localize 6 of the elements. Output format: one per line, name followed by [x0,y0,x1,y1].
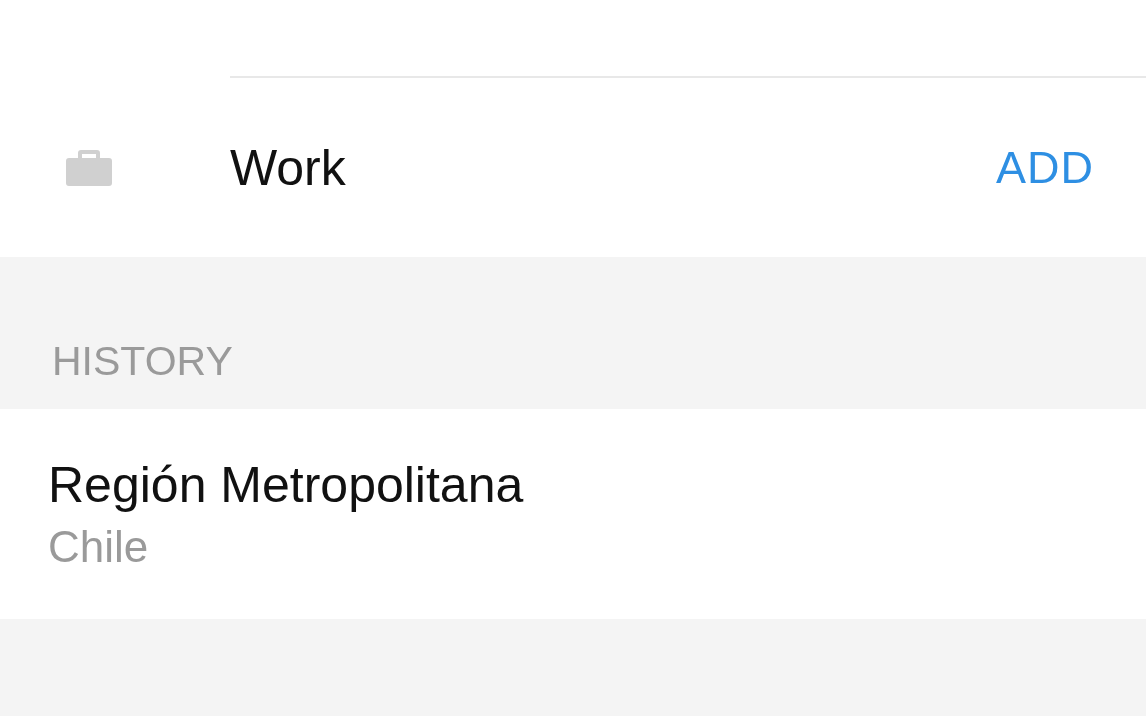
place-subtitle: Chile [48,522,150,572]
briefcase-icon [66,147,112,186]
section-heading: HISTORY [52,338,233,385]
place-label: Work [230,138,346,197]
place-title: Región Metropolitana [48,456,525,514]
history-item[interactable]: Región Metropolitana Chile [0,409,1146,619]
